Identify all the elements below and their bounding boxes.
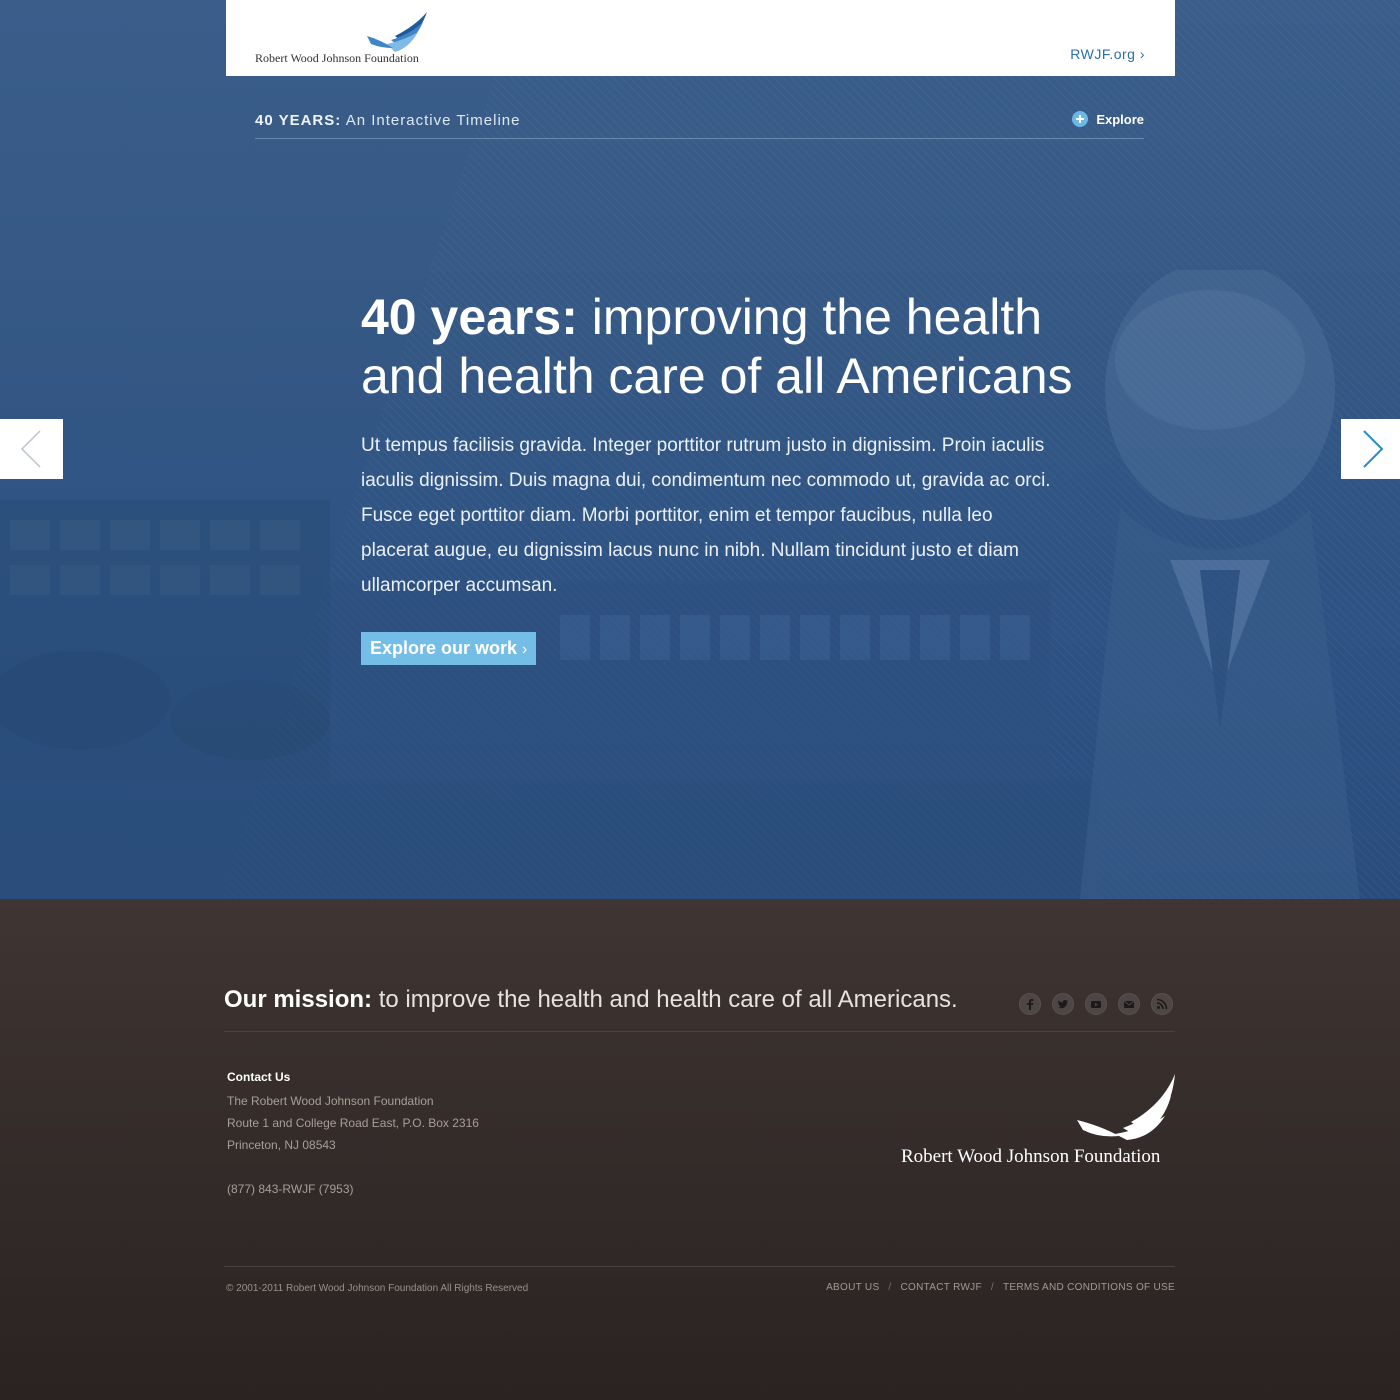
chevron-right-icon: › (522, 641, 528, 658)
portrait-photo (1080, 270, 1360, 899)
cta-label: Explore our work (370, 638, 518, 658)
footer-divider-bottom (224, 1266, 1175, 1267)
mission-statement: Our mission: to improve the health and h… (224, 986, 958, 1014)
contact-org: The Robert Wood Johnson Foundation (227, 1094, 434, 1108)
chevron-right-icon (1363, 430, 1384, 468)
timeline-bar: 40 YEARS: An Interactive Timeline Explor… (255, 107, 1144, 139)
rwjf-org-link[interactable]: RWJF.org › (1070, 46, 1145, 62)
youtube-icon[interactable] (1085, 993, 1107, 1015)
next-slide-button[interactable] (1341, 419, 1400, 479)
link-separator: / (888, 1282, 892, 1293)
site-header: Robert Wood Johnson Foundation RWJF.org … (226, 0, 1175, 76)
terms-link[interactable]: TERMS AND CONDITIONS OF USE (1003, 1282, 1175, 1293)
copyright-text: © 2001-2011 Robert Wood Johnson Foundati… (226, 1283, 529, 1294)
rwjf-footer-logo[interactable]: Robert Wood Johnson Foundation (901, 1074, 1176, 1169)
contact-rwjf-link[interactable]: CONTACT RWJF (901, 1282, 982, 1293)
twitter-icon[interactable] (1052, 993, 1074, 1015)
rss-icon[interactable] (1151, 993, 1173, 1015)
contact-city: Princeton, NJ 08543 (227, 1138, 336, 1152)
chevron-left-icon (20, 430, 41, 468)
hero-body: Ut tempus facilisis gravida. Integer por… (361, 435, 1051, 596)
contact-phone: (877) 843-RWJF (7953) (227, 1182, 354, 1196)
site-footer: Our mission: to improve the health and h… (0, 899, 1400, 1400)
previous-slide-button[interactable] (0, 419, 63, 479)
link-separator: / (990, 1282, 994, 1293)
email-icon[interactable] (1118, 993, 1140, 1015)
social-links (1019, 993, 1173, 1015)
contact-spacer (227, 1156, 479, 1178)
hero-section: Robert Wood Johnson Foundation RWJF.org … (0, 0, 1400, 899)
hero-headline-strong: 40 years: (361, 289, 578, 345)
contact-title: Contact Us (227, 1070, 291, 1084)
timeline-title-light: An Interactive Timeline (345, 112, 521, 129)
logo-wordmark: Robert Wood Johnson Foundation (255, 51, 419, 65)
timeline-title-strong: 40 YEARS: (255, 112, 342, 129)
footer-links: ABOUT US / CONTACT RWJF / TERMS AND CONDITIO… (826, 1282, 1175, 1293)
facebook-icon[interactable] (1019, 993, 1041, 1015)
explore-button[interactable]: Explore (1072, 111, 1144, 127)
footer-divider (224, 1031, 1175, 1032)
explore-our-work-button[interactable]: Explore our work › (361, 632, 536, 665)
plus-circle-icon (1072, 111, 1089, 127)
mission-text: to improve the health and health care of… (378, 986, 958, 1013)
explore-label: Explore (1096, 111, 1144, 127)
svg-text:Robert Wood Johnson Foundation: Robert Wood Johnson Foundation (901, 1146, 1161, 1167)
mission-label: Our mission: (224, 986, 373, 1013)
about-us-link[interactable]: ABOUT US (826, 1282, 879, 1293)
contact-info: Contact Us The Robert Wood Johnson Found… (227, 1070, 479, 1200)
contact-address: Route 1 and College Road East, P.O. Box … (227, 1116, 479, 1130)
hero-headline: 40 years: improving the health and healt… (361, 288, 1081, 406)
timeline-title: 40 YEARS: An Interactive Timeline (255, 112, 520, 130)
